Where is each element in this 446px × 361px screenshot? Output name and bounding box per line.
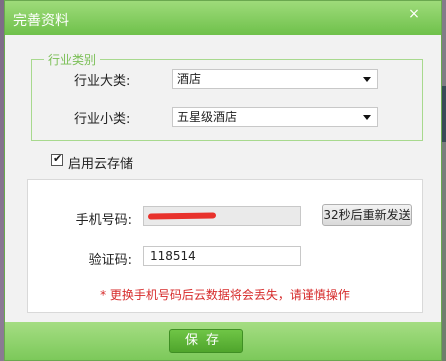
- check-icon: ✔: [53, 152, 63, 165]
- major-category-select[interactable]: 酒店: [172, 69, 378, 89]
- industry-legend: 行业类别: [44, 51, 101, 68]
- cloud-storage-checkbox[interactable]: ✔: [51, 152, 63, 166]
- major-category-label: 行业大类:: [74, 74, 131, 89]
- verification-panel: 手机号码: 32秒后重新发送 验证码: 118514 * 更换手机号码后云数据将…: [27, 179, 423, 313]
- major-category-value: 酒店: [177, 72, 202, 86]
- dropdown-arrow-icon: [363, 77, 371, 82]
- cloud-storage-label[interactable]: 启用云存储: [68, 153, 133, 172]
- minor-category-select[interactable]: 五星级酒店: [172, 107, 378, 127]
- industry-group: 行业类别 行业大类: 酒店 行业小类: 五星级酒店: [31, 51, 423, 141]
- title-bar[interactable]: 完善资料 ×: [5, 1, 441, 35]
- redacted-phone-number: [147, 212, 217, 220]
- resend-code-button[interactable]: 32秒后重新发送: [322, 204, 412, 226]
- verification-code-value: 118514: [150, 249, 196, 263]
- close-icon[interactable]: ×: [405, 6, 423, 22]
- background-window-edge: [442, 86, 446, 142]
- save-button[interactable]: 保存: [169, 329, 243, 353]
- minor-category-value: 五星级酒店: [177, 110, 238, 124]
- phone-label: 手机号码:: [75, 213, 132, 228]
- dropdown-arrow-icon: [363, 115, 371, 120]
- profile-dialog: 完善资料 × 行业类别 行业大类: 酒店 行业小类: 五星级酒店 ✔ 启用云存储…: [4, 0, 442, 361]
- phone-input[interactable]: [143, 206, 301, 226]
- dialog-title: 完善资料: [13, 13, 69, 29]
- footer-bar: 保存: [5, 322, 441, 360]
- warning-text: * 更换手机号码后云数据将会丢失，请谨慎操作: [100, 288, 350, 302]
- code-label: 验证码:: [88, 253, 132, 268]
- minor-category-label: 行业小类:: [74, 112, 131, 127]
- verification-code-input[interactable]: 118514: [143, 246, 301, 266]
